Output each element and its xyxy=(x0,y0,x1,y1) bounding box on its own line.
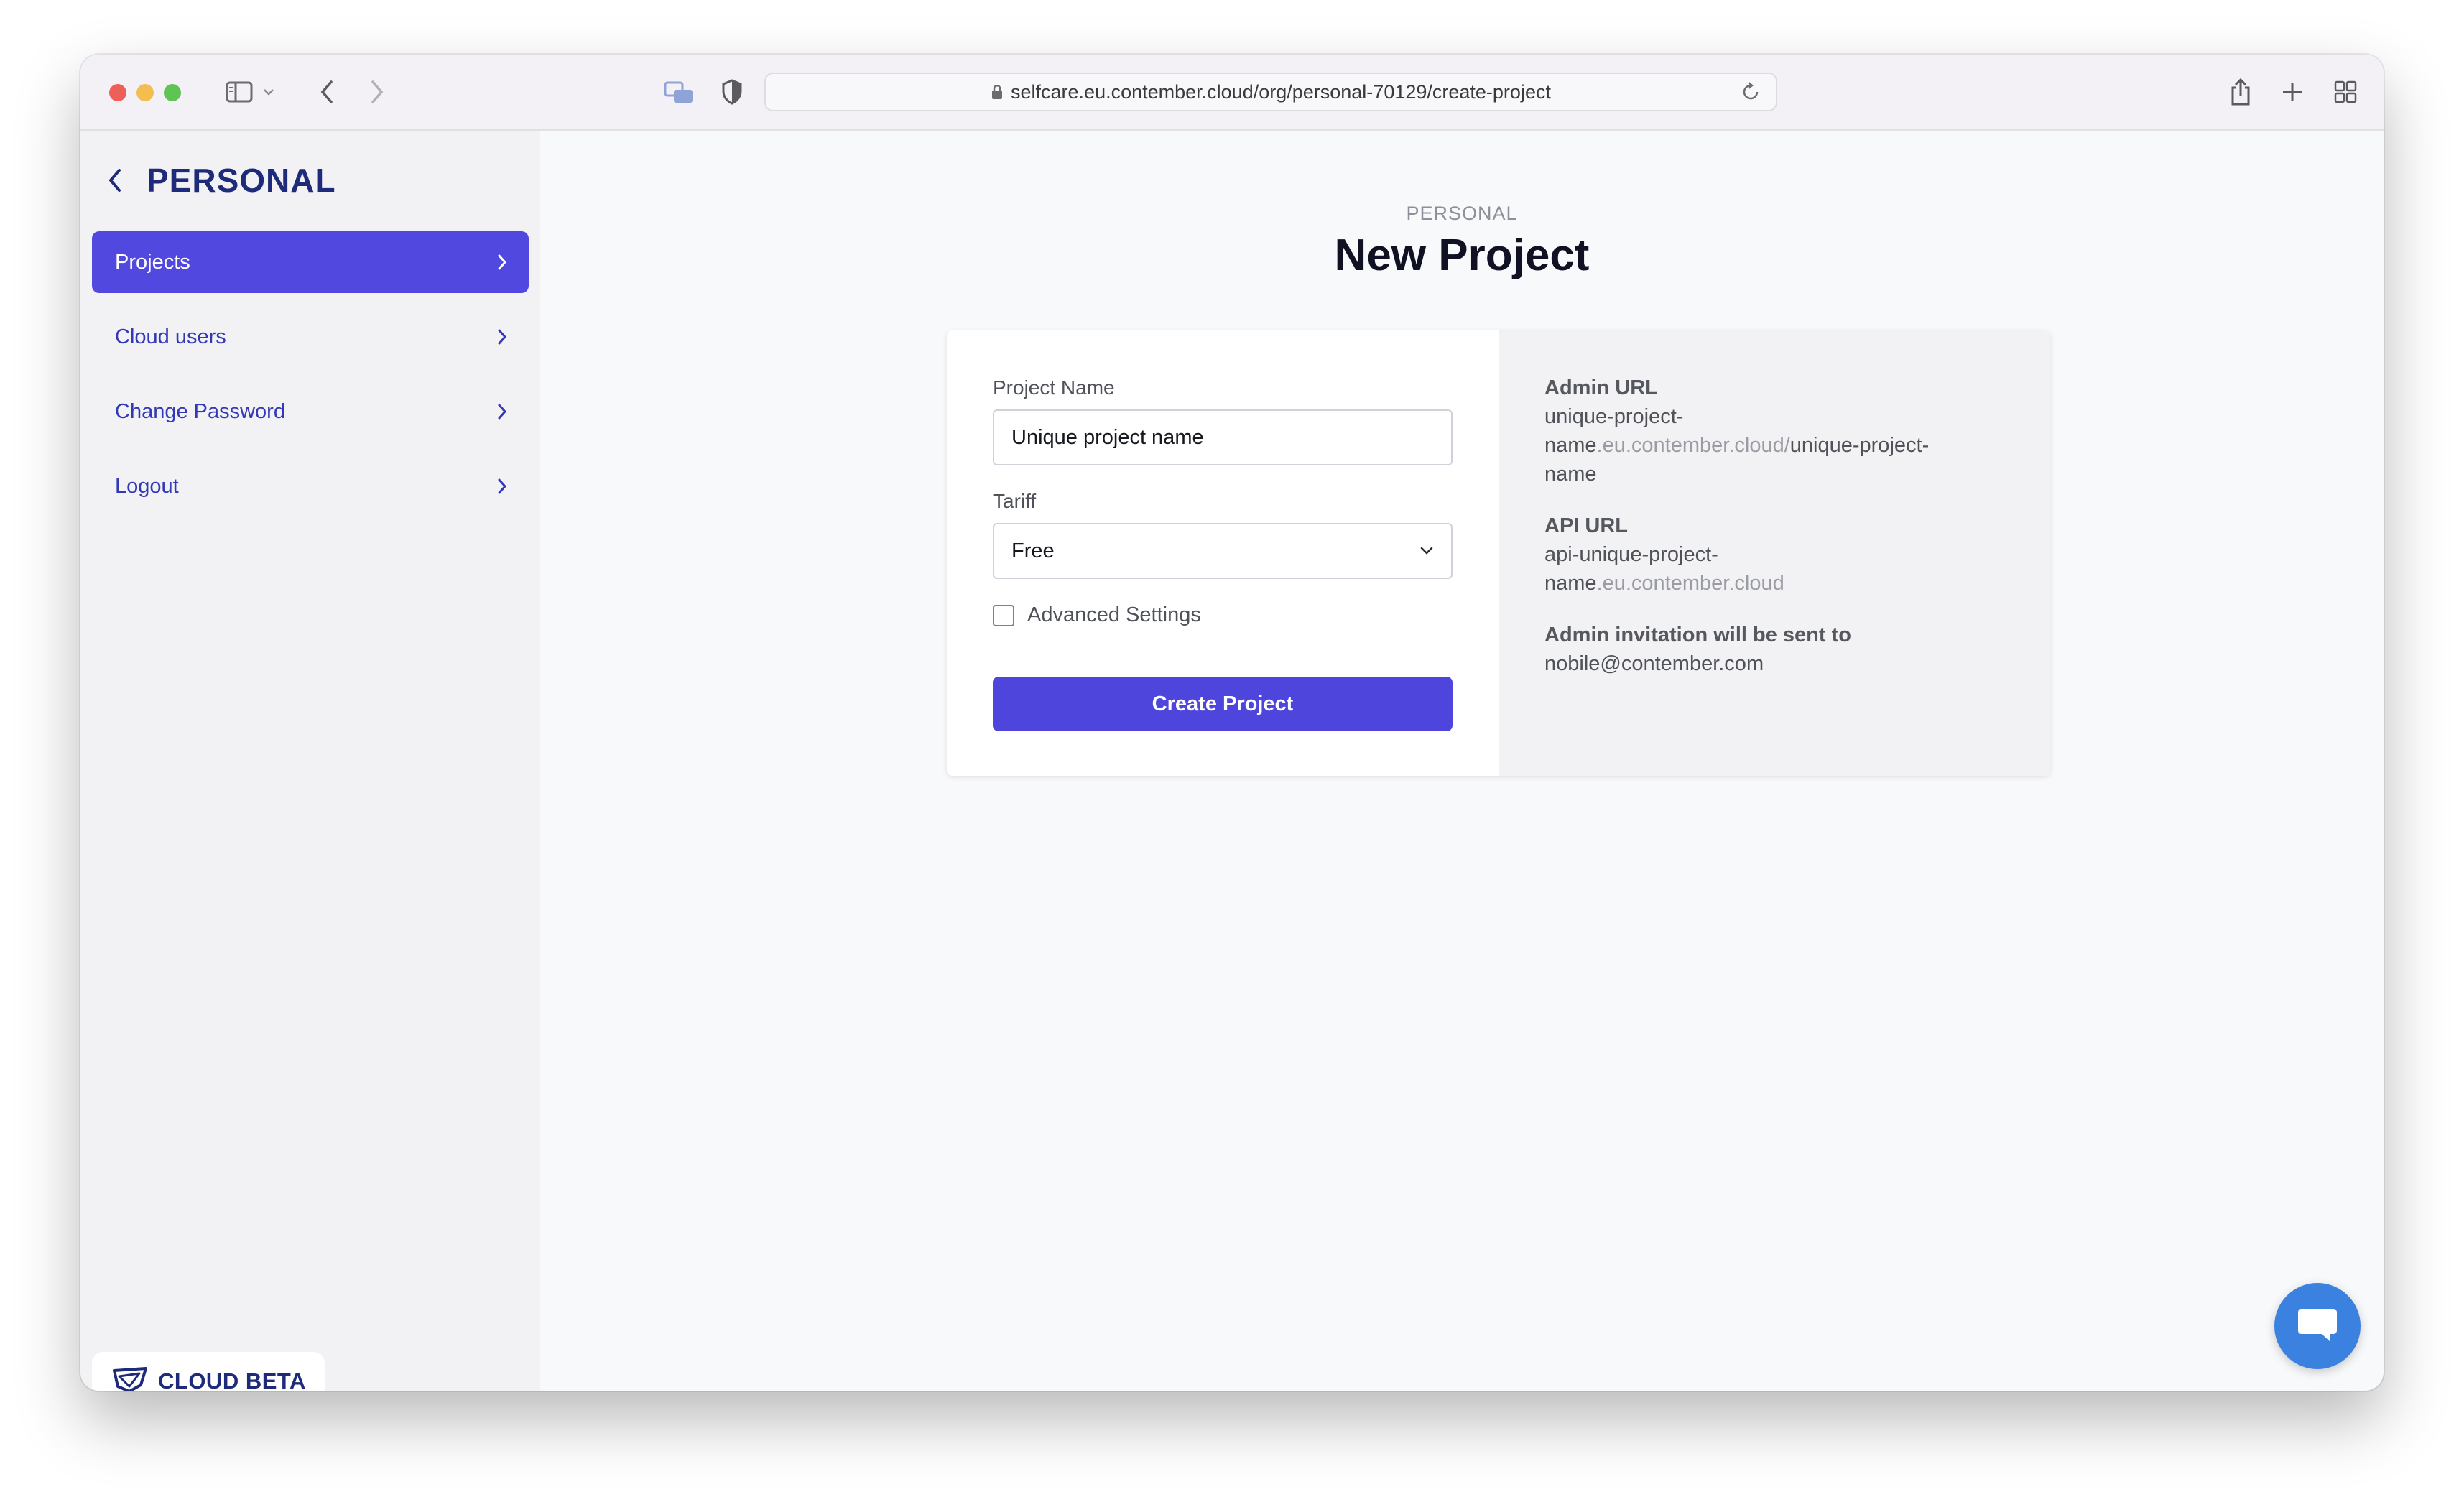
chevron-down-icon xyxy=(1418,542,1435,565)
invitation-email: nobile@contember.com xyxy=(1544,652,1764,675)
lock-icon xyxy=(991,83,1004,101)
chevron-right-icon xyxy=(497,403,507,420)
url-text: selfcare.eu.contember.cloud/org/personal… xyxy=(1011,80,1551,103)
cloud-logo-icon xyxy=(112,1366,148,1391)
org-title: PERSONAL xyxy=(147,162,336,199)
address-bar[interactable]: selfcare.eu.contember.cloud/org/personal… xyxy=(764,73,1777,111)
invitation-block: Admin invitation will be sent to nobile@… xyxy=(1544,621,2019,678)
browser-toolbar: selfcare.eu.contember.cloud/org/personal… xyxy=(80,55,2384,131)
api-url-label: API URL xyxy=(1544,514,1628,537)
advanced-settings-row[interactable]: Advanced Settings xyxy=(993,603,1201,627)
sidebar-item-label: Projects xyxy=(115,250,190,274)
close-window-button[interactable] xyxy=(109,84,126,101)
tab-preview-icon[interactable] xyxy=(661,70,697,113)
sidebar-item-cloud-users[interactable]: Cloud users xyxy=(92,306,529,368)
sidebar: PERSONAL Projects Cloud users Change Pas… xyxy=(80,131,540,1391)
advanced-settings-label: Advanced Settings xyxy=(1027,603,1201,626)
sidebar-item-label: Change Password xyxy=(115,399,285,423)
sidebar-item-label: Cloud users xyxy=(115,325,226,348)
advanced-settings-checkbox[interactable] xyxy=(993,604,1014,626)
admin-url-label: Admin URL xyxy=(1544,376,1658,399)
zoom-window-button[interactable] xyxy=(164,84,181,101)
chevron-right-icon xyxy=(497,478,507,495)
chevron-right-icon xyxy=(497,254,507,271)
chevron-left-icon[interactable] xyxy=(101,166,129,195)
browser-window: selfcare.eu.contember.cloud/org/personal… xyxy=(80,55,2384,1391)
invitation-label: Admin invitation will be sent to xyxy=(1544,624,1851,646)
tab-grid-icon[interactable] xyxy=(2328,70,2363,113)
sidebar-item-logout[interactable]: Logout xyxy=(92,455,529,517)
new-project-card: Project Name Unique project name Tariff … xyxy=(947,330,2050,776)
tariff-select[interactable]: Free xyxy=(993,523,1453,579)
api-url-value: api-unique-project- name.eu.contember.cl… xyxy=(1544,543,1784,595)
chat-icon xyxy=(2296,1304,2339,1348)
shield-icon[interactable] xyxy=(714,70,750,113)
sidebar-nav: Projects Cloud users Change Password Log… xyxy=(92,231,529,530)
reload-icon[interactable] xyxy=(1740,81,1761,108)
project-info-panel: Admin URL unique-project- name.eu.contem… xyxy=(1499,330,2050,776)
page-title: New Project xyxy=(1334,231,1590,280)
cloud-beta-label: CLOUD BETA xyxy=(158,1368,306,1391)
sidebar-toggle-icon[interactable] xyxy=(221,70,257,113)
project-name-input[interactable]: Unique project name xyxy=(993,409,1453,465)
chevron-down-icon[interactable] xyxy=(259,70,279,113)
new-project-form: Project Name Unique project name Tariff … xyxy=(947,330,1499,776)
create-project-button[interactable]: Create Project xyxy=(993,677,1453,731)
chat-button[interactable] xyxy=(2274,1283,2361,1369)
sidebar-item-label: Logout xyxy=(115,474,179,498)
admin-url-block: Admin URL unique-project- name.eu.contem… xyxy=(1544,374,2019,488)
page-eyebrow: PERSONAL xyxy=(1406,203,1518,224)
main-content: PERSONAL New Project Project Name Unique… xyxy=(540,131,2384,1391)
tariff-label: Tariff xyxy=(993,490,1037,512)
api-url-block: API URL api-unique-project- name.eu.cont… xyxy=(1544,511,2019,598)
project-name-label: Project Name xyxy=(993,376,1115,399)
admin-url-value: unique-project- name.eu.contember.cloud/… xyxy=(1544,405,1930,486)
minimize-window-button[interactable] xyxy=(136,84,154,101)
back-icon[interactable] xyxy=(309,70,345,113)
sidebar-item-projects[interactable]: Projects xyxy=(92,231,529,293)
share-icon[interactable] xyxy=(2223,70,2259,113)
sidebar-item-change-password[interactable]: Change Password xyxy=(92,381,529,442)
org-back-link[interactable]: PERSONAL xyxy=(101,161,336,200)
plus-icon[interactable] xyxy=(2274,70,2310,113)
chevron-right-icon xyxy=(497,328,507,346)
cloud-beta-badge: CLOUD BETA xyxy=(92,1352,325,1391)
project-name-value: Unique project name xyxy=(1011,425,1204,449)
forward-icon[interactable] xyxy=(359,70,395,113)
tariff-value: Free xyxy=(1011,539,1055,562)
